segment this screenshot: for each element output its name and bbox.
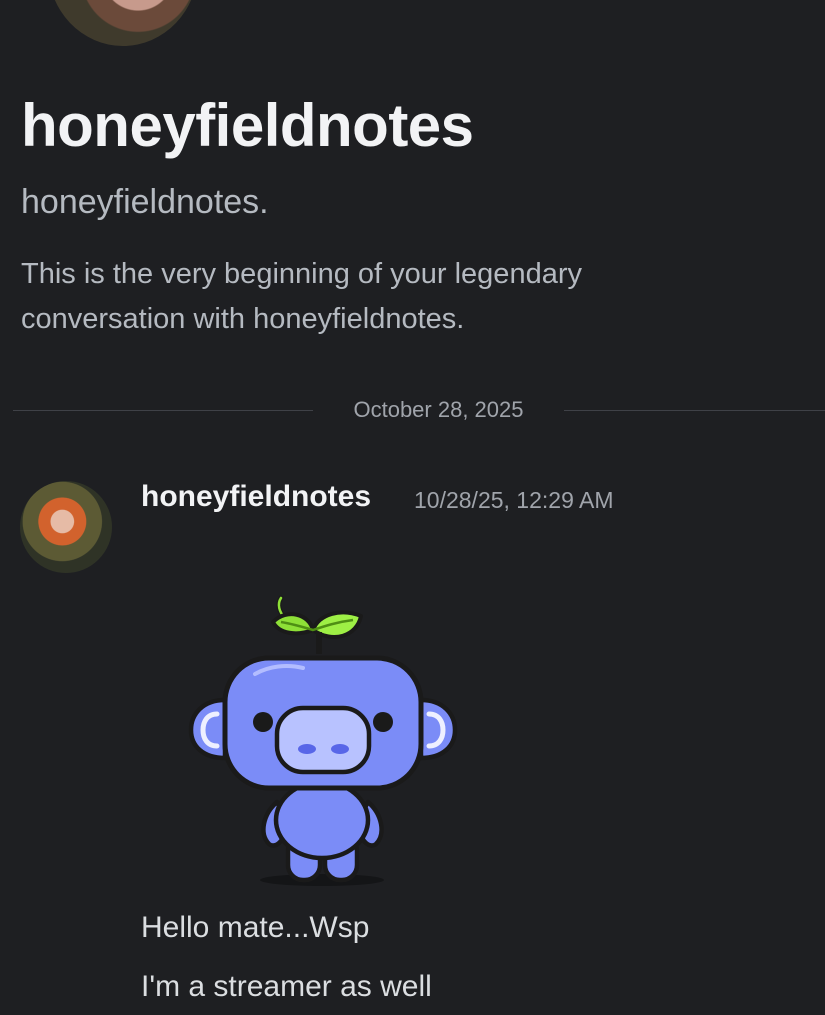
message-text-line: Hello mate...Wsp <box>141 911 370 944</box>
message-author-name[interactable]: honeyfieldnotes <box>141 480 371 514</box>
profile-display-name: honeyfieldnotes <box>21 92 474 159</box>
profile-avatar[interactable] <box>48 0 198 46</box>
message-text-line: I'm a streamer as well <box>141 970 432 1003</box>
conversation-intro-text: This is the very beginning of your legen… <box>21 258 582 335</box>
message-author-avatar[interactable] <box>20 481 112 573</box>
profile-username: honeyfieldnotes. <box>21 183 269 221</box>
message-timestamp: 10/28/25, 12:29 AM <box>414 487 614 513</box>
date-divider-line-right <box>564 410 825 411</box>
date-divider-line-left <box>13 410 313 411</box>
wumpus-sprout-sticker[interactable] <box>185 592 460 892</box>
date-divider-label: October 28, 2025 <box>353 397 524 422</box>
